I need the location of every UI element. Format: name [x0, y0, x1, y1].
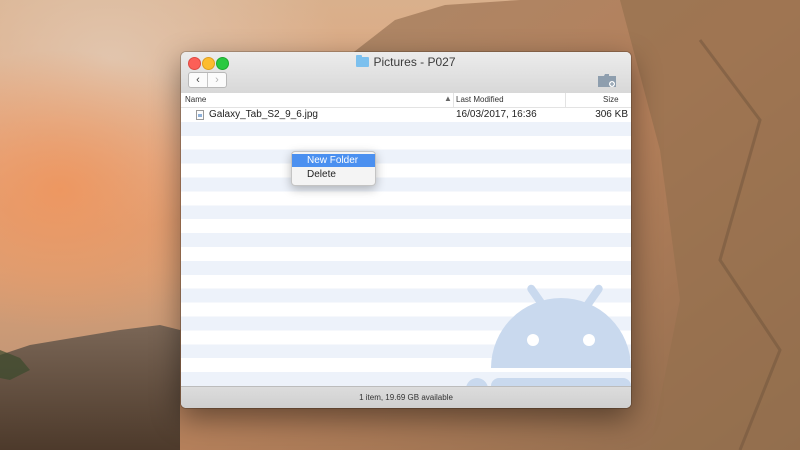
chevron-left-icon: ‹ — [196, 74, 200, 86]
status-bar: 1 item, 19.69 GB available — [181, 386, 631, 408]
menu-item-delete[interactable]: Delete — [292, 168, 375, 181]
finder-window: Pictures - P027 ‹ › Name ▲ Last Modified… — [181, 52, 631, 408]
window-title: Pictures - P027 — [373, 55, 456, 69]
android-robot-icon — [466, 284, 631, 386]
window-title-area: Pictures - P027 — [181, 55, 631, 70]
status-text: 1 item, 19.69 GB available — [359, 393, 453, 402]
folder-icon — [356, 55, 370, 67]
file-list: Galaxy_Tab_S2_9_6.jpg 16/03/2017, 16:36 … — [181, 108, 631, 386]
column-divider[interactable] — [565, 93, 566, 107]
image-file-icon — [196, 110, 204, 120]
column-modified-header[interactable]: Last Modified — [456, 95, 504, 104]
column-size-header[interactable]: Size — [603, 95, 619, 104]
sort-ascending-icon: ▲ — [444, 94, 452, 103]
chevron-right-icon: › — [215, 74, 219, 86]
file-size: 306 KB — [595, 109, 628, 120]
titlebar: Pictures - P027 ‹ › — [181, 52, 631, 94]
nav-button-group: ‹ › — [188, 72, 227, 88]
file-name: Galaxy_Tab_S2_9_6.jpg — [209, 109, 318, 120]
table-row[interactable]: Galaxy_Tab_S2_9_6.jpg 16/03/2017, 16:36 … — [181, 108, 631, 122]
column-header: Name ▲ Last Modified Size — [181, 93, 631, 108]
forward-button[interactable]: › — [207, 73, 226, 87]
column-divider[interactable] — [453, 93, 454, 107]
column-name-header[interactable]: Name — [185, 95, 206, 104]
back-button[interactable]: ‹ — [189, 73, 207, 87]
new-folder-icon[interactable] — [598, 74, 616, 87]
context-menu: New Folder Delete — [291, 151, 376, 186]
menu-item-new-folder[interactable]: New Folder — [292, 154, 375, 167]
file-modified: 16/03/2017, 16:36 — [456, 109, 537, 120]
